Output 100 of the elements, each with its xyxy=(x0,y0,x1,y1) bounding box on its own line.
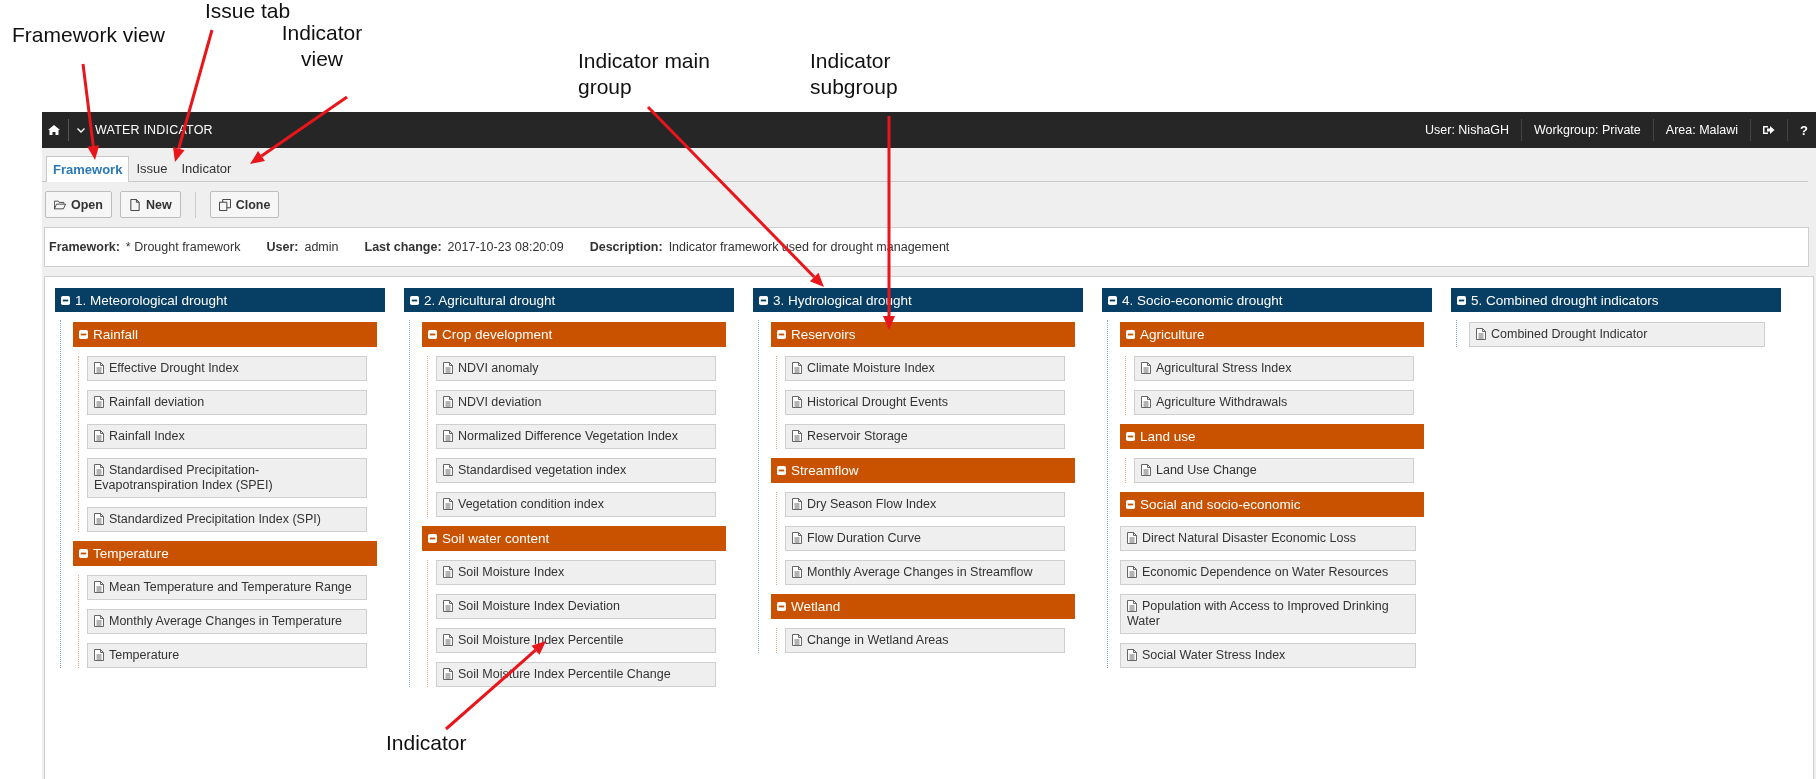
document-icon xyxy=(1141,396,1151,408)
indicator-item[interactable]: Historical Drought Events xyxy=(785,390,1065,415)
document-icon xyxy=(443,464,453,476)
indicator-item[interactable]: Standardised vegetation index xyxy=(436,458,716,483)
indicator-item[interactable]: Vegetation condition index xyxy=(436,492,716,517)
indicator-item[interactable]: Rainfall Index xyxy=(87,424,367,449)
document-icon xyxy=(94,430,104,442)
clone-button[interactable]: Clone xyxy=(209,191,280,218)
indicator-item[interactable]: Direct Natural Disaster Economic Loss xyxy=(1120,526,1416,551)
indicator-item[interactable]: Monthly Average Changes in Temperature xyxy=(87,609,367,634)
document-icon xyxy=(443,634,453,646)
subgroup-header[interactable]: Temperature xyxy=(73,541,377,566)
indicator-item[interactable]: Agriculture Withdrawals xyxy=(1134,390,1414,415)
indicator-item[interactable]: NDVI deviation xyxy=(436,390,716,415)
indicator-item[interactable]: Change in Wetland Areas xyxy=(785,628,1065,653)
workgroup-label: Workgroup: Private xyxy=(1522,119,1654,141)
indicator-item[interactable]: Temperature xyxy=(87,643,367,668)
indicator-item[interactable]: Flow Duration Curve xyxy=(785,526,1065,551)
document-icon xyxy=(443,668,453,680)
indicator-item[interactable]: Population with Access to Improved Drinking Water xyxy=(1120,594,1416,634)
indicator-item[interactable]: Reservoir Storage xyxy=(785,424,1065,449)
indicator-item[interactable]: Agricultural Stress Index xyxy=(1134,356,1414,381)
field-value: * Drought framework xyxy=(125,240,241,254)
collapse-icon[interactable] xyxy=(410,295,419,305)
indicator-item[interactable]: Soil Moisture Index Percentile xyxy=(436,628,716,653)
field-label: User: xyxy=(266,240,299,254)
document-icon xyxy=(94,615,104,627)
subgroup-header[interactable]: Agriculture xyxy=(1120,322,1424,347)
document-icon xyxy=(1127,649,1137,661)
indicator-item[interactable]: Soil Moisture Index xyxy=(436,560,716,585)
subgroup-header[interactable]: Land use xyxy=(1120,424,1424,449)
open-button[interactable]: Open xyxy=(45,191,112,218)
main-group-header[interactable]: 5. Combined drought indicators xyxy=(1451,288,1781,312)
document-icon xyxy=(792,430,802,442)
subgroup-header[interactable]: Rainfall xyxy=(73,322,377,347)
document-icon xyxy=(792,362,802,374)
indicator-item[interactable]: Climate Moisture Index xyxy=(785,356,1065,381)
indicator-item[interactable]: Effective Drought Index xyxy=(87,356,367,381)
document-icon xyxy=(1127,532,1137,544)
field-value: 2017-10-23 08:20:09 xyxy=(447,240,564,254)
area-label: Area: Malawi xyxy=(1653,119,1752,141)
subgroup-header[interactable]: Social and socio-economic xyxy=(1120,492,1424,517)
tab[interactable]: Indicator xyxy=(174,156,239,181)
tab[interactable]: Issue xyxy=(129,156,175,181)
indicator-item[interactable]: Social Water Stress Index xyxy=(1120,643,1416,668)
collapse-icon[interactable] xyxy=(1457,295,1466,305)
indicator-item[interactable]: Combined Drought Indicator xyxy=(1469,322,1765,347)
collapse-icon[interactable] xyxy=(1108,295,1117,305)
tab[interactable]: Framework xyxy=(46,156,130,182)
indicator-item[interactable]: Dry Season Flow Index xyxy=(785,492,1065,517)
document-icon xyxy=(443,600,453,612)
callout-label: Framework view xyxy=(12,22,166,48)
document-icon xyxy=(443,396,453,408)
subgroup-header[interactable]: Soil water content xyxy=(422,526,726,551)
chevron-down-icon[interactable] xyxy=(77,127,85,133)
indicator-item[interactable]: Standardized Precipitation Index (SPI) xyxy=(87,507,367,532)
indicator-item[interactable]: Economic Dependence on Water Resources xyxy=(1120,560,1416,585)
document-icon xyxy=(792,634,802,646)
document-icon xyxy=(1127,600,1137,612)
indicator-item[interactable]: Soil Moisture Index Deviation xyxy=(436,594,716,619)
field-value: admin xyxy=(304,240,339,254)
collapse-icon[interactable] xyxy=(759,295,768,305)
document-icon xyxy=(1141,464,1151,476)
subgroup-header[interactable]: Streamflow xyxy=(771,458,1075,483)
document-icon xyxy=(94,649,104,661)
main-group-header[interactable]: 4. Socio-economic drought xyxy=(1102,288,1432,312)
indicator-item[interactable]: Rainfall deviation xyxy=(87,390,367,415)
new-button[interactable]: New xyxy=(119,191,181,218)
document-icon xyxy=(94,464,104,476)
field-label: Last change: xyxy=(364,240,442,254)
subgroup-header[interactable]: Crop development xyxy=(422,322,726,347)
indicator-item[interactable]: Land Use Change xyxy=(1134,458,1414,483)
indicator-item[interactable]: NDVI anomaly xyxy=(436,356,716,381)
document-icon xyxy=(792,532,802,544)
indicator-item[interactable]: Normalized Difference Vegetation Index xyxy=(436,424,716,449)
indicator-item[interactable]: Standardised Precipitation-Evapotranspiration Index (SPEI) xyxy=(87,458,367,498)
document-icon xyxy=(128,198,141,211)
main-group-header[interactable]: 2. Agricultural drought xyxy=(404,288,734,312)
document-icon xyxy=(443,430,453,442)
document-icon xyxy=(443,498,453,510)
document-icon xyxy=(443,362,453,374)
document-icon xyxy=(792,396,802,408)
document-icon xyxy=(443,566,453,578)
help-button[interactable]: ? xyxy=(1788,122,1816,138)
folder-icon xyxy=(54,198,66,211)
document-icon xyxy=(1476,328,1486,340)
subgroup-header[interactable]: Wetland xyxy=(771,594,1075,619)
home-icon[interactable] xyxy=(48,125,60,135)
subgroup-header[interactable]: Reservoirs xyxy=(771,322,1075,347)
indicator-item[interactable]: Mean Temperature and Temperature Range xyxy=(87,575,367,600)
callout-label: Indicator subgroup xyxy=(810,48,899,100)
copy-icon xyxy=(218,198,231,211)
document-icon xyxy=(94,581,104,593)
indicator-item[interactable]: Monthly Average Changes in Streamflow xyxy=(785,560,1065,585)
callout-label: Indicator main group xyxy=(578,48,711,100)
collapse-icon[interactable] xyxy=(61,295,70,305)
callout-label: Indicator xyxy=(386,730,468,756)
main-group-header[interactable]: 1. Meteorological drought xyxy=(55,288,385,312)
document-icon xyxy=(1141,362,1151,374)
logout-icon[interactable] xyxy=(1763,125,1776,135)
